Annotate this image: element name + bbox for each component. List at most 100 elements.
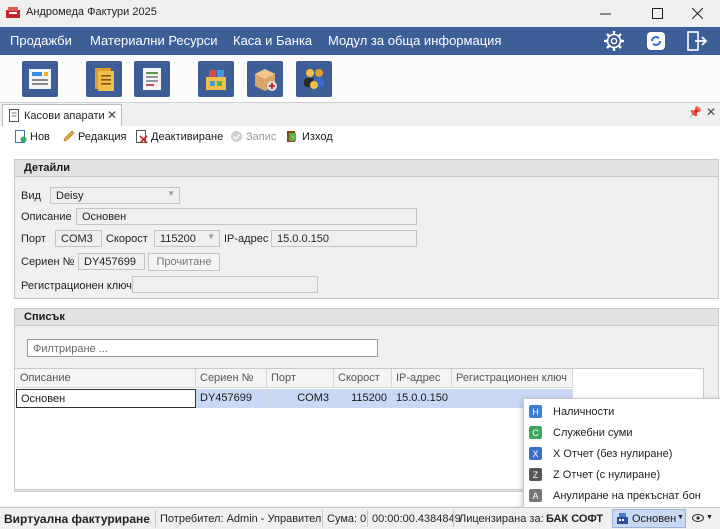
column-header-ip[interactable]: IP-адрес — [392, 369, 452, 388]
chevron-down-icon: ▼ — [677, 514, 684, 521]
menu-cash-bank[interactable]: Каса и Банка — [233, 33, 312, 48]
type-select[interactable]: Deisy ▼ — [50, 187, 180, 204]
maximize-icon — [651, 8, 663, 19]
table-cell-ip[interactable]: 15.0.0.150 — [392, 389, 452, 408]
menu-item-label: Наличности — [553, 405, 615, 418]
view-options-button[interactable]: ▼ — [692, 513, 713, 526]
window-title: Андромеда Фактури 2025 — [26, 6, 157, 18]
table-cell-speed[interactable]: 115200 — [334, 389, 392, 408]
minimize-button[interactable] — [582, 0, 628, 27]
details-header: Детайли — [15, 160, 718, 177]
port-value: COM3 — [61, 233, 93, 245]
menu-item-stock[interactable]: H Наличности — [529, 403, 714, 420]
register-select-label: Основен — [632, 513, 677, 525]
logout-button[interactable] — [685, 29, 709, 53]
read-button[interactable]: Прочитане — [148, 253, 220, 271]
column-header-port[interactable]: Порт — [267, 369, 334, 388]
menu-general-info[interactable]: Модул за обща информация — [328, 33, 501, 48]
regkey-field[interactable] — [132, 276, 318, 293]
pin-icon[interactable]: 📌 — [688, 106, 702, 119]
type-value: Deisy — [56, 190, 84, 202]
status-divider — [322, 510, 323, 527]
minimize-icon — [599, 13, 611, 15]
status-bar: Виртуална фактуриране Потребител: Admin … — [0, 507, 720, 529]
letter-z-icon: Z — [529, 468, 542, 481]
description-field[interactable]: Основен — [76, 208, 417, 225]
save-label: Запис — [246, 130, 277, 143]
ip-label: IP-адрес — [224, 233, 269, 245]
settings-button[interactable] — [602, 29, 626, 53]
table-cell-port[interactable]: COM3 — [267, 389, 334, 408]
column-header-description[interactable]: Описание — [16, 369, 196, 388]
letter-c-icon: C — [529, 426, 542, 439]
report-icon — [143, 68, 161, 90]
letter-h-icon: H — [529, 405, 542, 418]
tab-label: Касови апарати — [24, 110, 105, 122]
document-tab-strip: Касови апарати ✕ — [0, 103, 720, 127]
menu-item-x-report[interactable]: X X Отчет (без нулиране) — [529, 445, 714, 462]
menu-item-label: Z Отчет (с нулиране) — [553, 468, 661, 481]
action-toolbar: Нов Редакция Деактивиране Запис Изход — [0, 128, 720, 148]
ribbon-users-button[interactable] — [296, 61, 332, 97]
serial-label: Сериен № — [21, 256, 75, 268]
column-header-serial[interactable]: Сериен № — [196, 369, 267, 388]
documents-icon — [95, 68, 114, 91]
register-icon — [29, 69, 51, 89]
ribbon-report-button[interactable] — [134, 61, 170, 97]
menu-item-cancel-receipt[interactable]: A Анулиране на прекъснат бон — [529, 487, 714, 504]
new-button[interactable]: Нов — [14, 130, 50, 143]
close-document-icon[interactable]: ✕ — [706, 105, 716, 119]
check-icon — [231, 131, 242, 142]
menu-item-service-amounts[interactable]: C Служебни суми — [529, 424, 714, 441]
description-label: Описание — [21, 211, 72, 223]
status-licensed-prefix: Лицензирана за: — [459, 513, 544, 525]
save-button[interactable]: Запис — [230, 130, 276, 143]
speed-select[interactable]: 115200 ▼ — [154, 230, 220, 247]
ribbon-register-button[interactable] — [22, 61, 58, 97]
pencil-icon — [63, 130, 75, 142]
exit-label: Изход — [302, 130, 333, 143]
speed-value: 115200 — [160, 233, 196, 245]
menu-item-z-report[interactable]: Z Z Отчет (с нулиране) — [529, 466, 714, 483]
serial-field[interactable]: DY457699 — [78, 253, 145, 270]
ribbon-documents-button[interactable] — [86, 61, 122, 97]
exit-door-icon — [687, 31, 708, 51]
users-icon — [304, 69, 324, 89]
chevron-down-icon: ▼ — [167, 189, 175, 198]
deactivate-button[interactable]: Деактивиране — [135, 130, 223, 143]
exit-button[interactable]: Изход — [286, 130, 333, 143]
status-divider — [155, 510, 156, 527]
table-cell-description[interactable]: Основен — [16, 389, 196, 408]
table-cell-serial[interactable]: DY457699 — [196, 389, 267, 408]
tab-cash-registers[interactable]: Касови апарати ✕ — [2, 104, 122, 126]
port-field[interactable]: COM3 — [55, 230, 102, 247]
filter-input[interactable]: Филтриране ... — [27, 339, 378, 357]
menu-material-resources[interactable]: Материални Ресурси — [90, 33, 218, 48]
gear-icon — [604, 31, 624, 51]
status-time: 00:00:00.4384849 — [372, 513, 461, 525]
speed-label: Скорост — [106, 233, 148, 245]
exit-icon — [287, 131, 296, 142]
document-icon — [9, 109, 19, 122]
column-header-speed[interactable]: Скорост — [334, 369, 392, 388]
sync-button[interactable] — [644, 29, 668, 53]
letter-a-icon: A — [529, 489, 542, 502]
edit-button[interactable]: Редакция — [62, 130, 126, 143]
close-window-button[interactable] — [674, 0, 720, 27]
register-actions-menu: H Наличности C Служебни суми X X Отчет (… — [523, 398, 720, 508]
ip-field[interactable]: 15.0.0.150 — [271, 230, 417, 247]
status-user: Потребител: Admin - Управител — [160, 513, 322, 525]
description-value: Основен — [82, 211, 127, 223]
register-select-button[interactable]: Основен ▼ — [612, 509, 686, 528]
cash-register-icon — [617, 513, 628, 524]
tab-close-icon[interactable]: ✕ — [107, 108, 117, 122]
column-header-regkey[interactable]: Регистрационен ключ — [452, 369, 573, 388]
new-document-icon — [15, 130, 27, 143]
menu-item-label: Анулиране на прекъснат бон — [553, 489, 701, 502]
menu-sales[interactable]: Продажби — [10, 33, 72, 48]
ribbon-add-box-button[interactable] — [247, 61, 283, 97]
status-mode: Виртуална фактуриране — [4, 512, 150, 526]
deactivate-icon — [136, 130, 148, 143]
ribbon-warehouse-button[interactable] — [198, 61, 234, 97]
new-label: Нов — [30, 130, 50, 143]
